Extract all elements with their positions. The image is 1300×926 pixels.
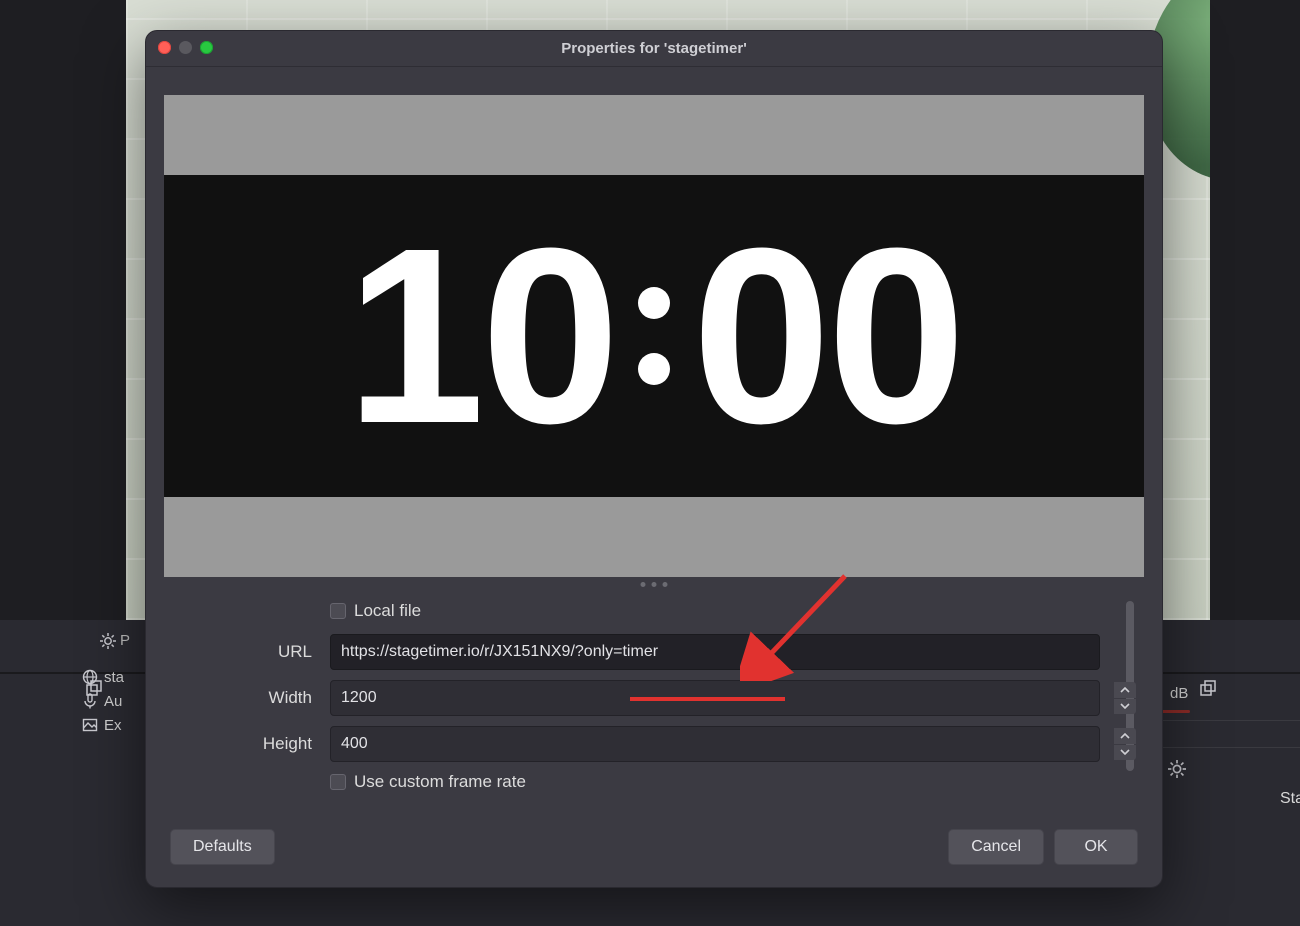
cropped-label: Sta (1280, 790, 1300, 808)
window-minimize-icon[interactable] (179, 41, 192, 54)
window-zoom-icon[interactable] (200, 41, 213, 54)
timer-minutes: 10 (346, 211, 616, 461)
source-preview: 10 00 (164, 95, 1144, 577)
timer-preview: 10 00 (164, 175, 1144, 497)
local-file-checkbox[interactable]: Local file (330, 601, 421, 621)
height-input[interactable] (330, 726, 1100, 762)
dialog-footer: Defaults Cancel OK (146, 817, 1162, 887)
properties-form: Local file URL Width Height (170, 601, 1138, 817)
source-label: Ex (104, 717, 122, 734)
height-label: Height (170, 734, 330, 754)
db-label: dB (1170, 685, 1188, 702)
audio-panel-cropped: dB (1160, 680, 1300, 750)
properties-shortcut-label[interactable]: P (120, 632, 130, 649)
gear-icon[interactable] (100, 633, 116, 649)
properties-dialog: Properties for 'stagetimer' 10 00 Local … (145, 30, 1163, 888)
audio-meter (1160, 710, 1190, 713)
url-label: URL (170, 642, 330, 662)
cancel-button[interactable]: Cancel (948, 829, 1044, 865)
dialog-title: Properties for 'stagetimer' (146, 40, 1162, 57)
width-label: Width (170, 688, 330, 708)
pagination-dots (641, 582, 668, 587)
defaults-button[interactable]: Defaults (170, 829, 275, 865)
source-label: Au (104, 693, 122, 710)
timer-display: 10 00 (346, 211, 962, 461)
width-step-down[interactable] (1114, 699, 1136, 715)
timer-seconds: 00 (692, 211, 962, 461)
height-step-down[interactable] (1114, 745, 1136, 761)
globe-icon (82, 669, 98, 685)
gear-icon[interactable] (1168, 760, 1186, 783)
dialog-titlebar[interactable]: Properties for 'stagetimer' (146, 31, 1162, 67)
window-close-icon[interactable] (158, 41, 171, 54)
image-icon (82, 717, 98, 733)
url-input[interactable] (330, 634, 1100, 670)
microphone-icon (82, 693, 98, 709)
custom-framerate-label: Use custom frame rate (354, 772, 526, 792)
ok-button[interactable]: OK (1054, 829, 1138, 865)
source-label: sta (104, 669, 124, 686)
timer-colon (638, 287, 670, 385)
custom-framerate-checkbox[interactable]: Use custom frame rate (330, 772, 526, 792)
width-input[interactable] (330, 680, 1100, 716)
height-step-up[interactable] (1114, 728, 1136, 744)
local-file-label: Local file (354, 601, 421, 621)
width-step-up[interactable] (1114, 682, 1136, 698)
